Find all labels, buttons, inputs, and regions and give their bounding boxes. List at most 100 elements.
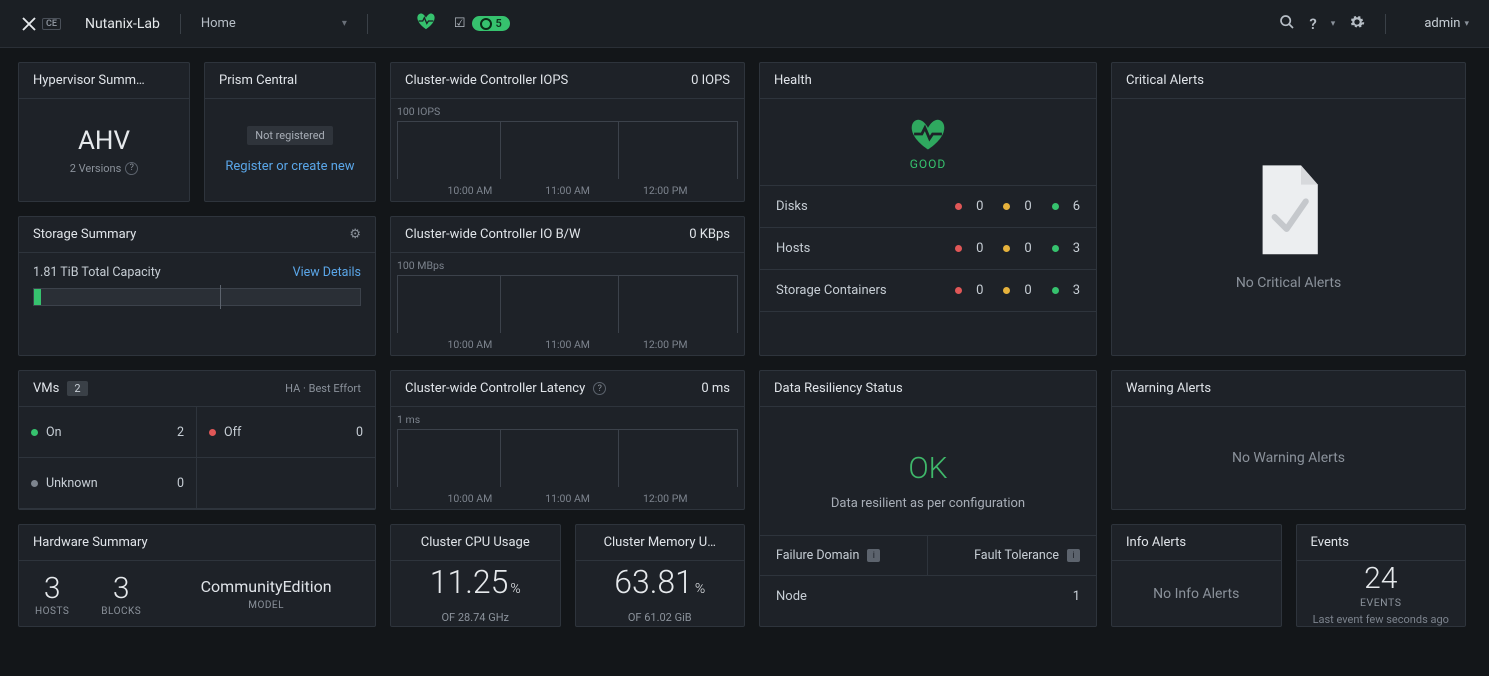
view-details-link[interactable]: View Details bbox=[293, 265, 361, 280]
bw-value: 0 KBps bbox=[689, 227, 730, 242]
health-row-storage-containers[interactable]: Storage Containers 0 0 3 bbox=[760, 270, 1096, 312]
hardware-model: CommunityEditionMODEL bbox=[157, 577, 375, 611]
panel-hypervisor: Hypervisor Summ… AHV 2 Versions? bbox=[18, 62, 190, 202]
dr-sub: Data resilient as per configuration bbox=[831, 496, 1025, 511]
user-menu[interactable]: admin ▾ bbox=[1424, 16, 1469, 31]
pc-register-link[interactable]: Register or create new bbox=[225, 159, 354, 174]
latency-chart[interactable]: 1 ms 10:00 AM11:00 AM12:00 PM bbox=[391, 407, 744, 509]
top-bar: CE Nutanix-Lab Home ▾ ☑ 5 ? ▾ admin ▾ bbox=[0, 0, 1489, 48]
panel-data-resiliency: Data Resiliency Status OK Data resilient… bbox=[759, 370, 1097, 627]
logo[interactable]: CE bbox=[20, 15, 61, 33]
latency-value: 0 ms bbox=[701, 381, 730, 396]
vm-empty-cell bbox=[197, 458, 375, 509]
mem-value: 63.81 bbox=[614, 563, 693, 601]
dr-node-row[interactable]: Node 1 bbox=[760, 575, 1096, 617]
cpu-value: 11.25 bbox=[430, 563, 509, 601]
events-count: 24 bbox=[1364, 561, 1397, 596]
health-row-hosts[interactable]: Hosts 0 0 3 bbox=[760, 228, 1096, 270]
chevron-down-icon: ▾ bbox=[342, 18, 347, 29]
panel-title: Critical Alerts bbox=[1126, 73, 1204, 88]
panel-title: Hypervisor Summ… bbox=[33, 73, 145, 88]
help-icon[interactable]: ? bbox=[1309, 15, 1316, 33]
panel-info-alerts: Info Alerts No Info Alerts bbox=[1111, 524, 1282, 627]
gear-icon[interactable]: ⚙ bbox=[349, 227, 361, 242]
panel-title: Data Resiliency Status bbox=[774, 381, 903, 396]
panel-vms: VMs 2 HA · Best Effort On2 Off0 Unknown0 bbox=[18, 370, 376, 510]
panel-hardware-summary: Hardware Summary 3HOSTS 3BLOCKS Communit… bbox=[18, 524, 376, 627]
info-icon: i bbox=[867, 549, 880, 562]
cluster-name[interactable]: Nutanix-Lab bbox=[85, 16, 160, 32]
panel-events: Events 24 EVENTS Last event few seconds … bbox=[1296, 524, 1467, 627]
help-icon[interactable]: ? bbox=[593, 382, 606, 395]
hypervisor-versions: 2 Versions bbox=[70, 162, 122, 175]
dr-status: OK bbox=[908, 451, 947, 486]
panel-info-events-group: Info Alerts No Info Alerts Events 24 EVE… bbox=[1111, 524, 1466, 627]
panel-title: Prism Central bbox=[219, 73, 297, 88]
page-dropdown[interactable]: Home ▾ bbox=[201, 16, 347, 31]
cpu-of: OF 28.74 GHz bbox=[441, 611, 509, 624]
iops-chart[interactable]: 100 IOPS 10:00 AM11:00 AM12:00 PM bbox=[391, 99, 744, 201]
panel-title: Cluster-wide Controller Latency bbox=[405, 381, 585, 396]
panel-warning-alerts: Warning Alerts No Warning Alerts bbox=[1111, 370, 1466, 510]
failure-domain-cell[interactable]: Failure Domaini bbox=[760, 536, 928, 575]
check-icon: ☑ bbox=[454, 16, 466, 31]
help-chevron-icon[interactable]: ▾ bbox=[1331, 19, 1336, 29]
panel-iops: Cluster-wide Controller IOPS 0 IOPS 100 I… bbox=[390, 62, 745, 202]
panel-title: Cluster-wide Controller IO B/W bbox=[405, 227, 581, 242]
page-label: Home bbox=[201, 16, 236, 31]
info-icon: i bbox=[1067, 549, 1080, 562]
health-row-disks[interactable]: Disks 0 0 6 bbox=[760, 186, 1096, 228]
events-label: EVENTS bbox=[1360, 596, 1401, 609]
vm-count-badge: 2 bbox=[67, 381, 87, 396]
search-icon[interactable] bbox=[1279, 14, 1295, 34]
panel-latency: Cluster-wide Controller Latency? 0 ms 1 … bbox=[390, 370, 745, 510]
vm-on-cell[interactable]: On2 bbox=[19, 407, 197, 458]
task-count: 5 bbox=[496, 17, 502, 30]
panel-title: VMs bbox=[33, 381, 59, 396]
vm-off-cell[interactable]: Off0 bbox=[197, 407, 375, 458]
iops-value: 0 IOPS bbox=[691, 73, 730, 88]
heart-icon bbox=[908, 117, 948, 151]
chart-ylabel: 1 ms bbox=[397, 413, 420, 426]
health-status: GOOD bbox=[910, 157, 947, 171]
fault-tolerance-cell[interactable]: Fault Tolerancei bbox=[928, 536, 1096, 575]
chevron-down-icon: ▾ bbox=[1464, 19, 1469, 29]
mem-of: OF 61.02 GiB bbox=[628, 611, 692, 624]
divider bbox=[180, 14, 181, 34]
panel-title: Storage Summary bbox=[33, 227, 136, 242]
chart-ylabel: 100 MBps bbox=[397, 259, 444, 272]
logo-edition: CE bbox=[42, 18, 61, 30]
vm-unknown-cell[interactable]: Unknown0 bbox=[19, 458, 197, 509]
panel-prism-central: Prism Central Not registered Register or… bbox=[204, 62, 376, 202]
blocks-count: 3BLOCKS bbox=[85, 571, 157, 617]
warning-alerts-msg: No Warning Alerts bbox=[1232, 450, 1345, 466]
panel-cpu-mem-group: Cluster CPU Usage 11.25% OF 28.74 GHz Cl… bbox=[390, 524, 745, 627]
panel-memory-usage: Cluster Memory U… 63.81% OF 61.02 GiB bbox=[575, 524, 746, 627]
panel-title: Health bbox=[774, 73, 812, 88]
help-icon[interactable]: ? bbox=[125, 162, 138, 175]
panel-title: Hardware Summary bbox=[33, 535, 148, 550]
health-heart-icon[interactable] bbox=[416, 12, 436, 35]
admin-label: admin bbox=[1424, 16, 1460, 31]
hosts-count: 3HOSTS bbox=[19, 571, 85, 617]
ha-config[interactable]: HA · Best Effort bbox=[285, 382, 361, 395]
panel-title: Cluster CPU Usage bbox=[421, 535, 530, 550]
panel-title: Events bbox=[1311, 535, 1349, 550]
events-sub: Last event few seconds ago bbox=[1313, 613, 1449, 626]
panel-title: Warning Alerts bbox=[1126, 381, 1211, 396]
divider bbox=[367, 14, 368, 34]
panel-title: Cluster-wide Controller IOPS bbox=[405, 73, 568, 88]
panel-title: Info Alerts bbox=[1126, 535, 1186, 550]
panel-io-bandwidth: Cluster-wide Controller IO B/W 0 KBps 100… bbox=[390, 216, 745, 356]
panel-cpu-usage: Cluster CPU Usage 11.25% OF 28.74 GHz bbox=[390, 524, 561, 627]
tasks-badge[interactable]: ☑ 5 bbox=[454, 16, 510, 31]
gear-icon[interactable] bbox=[1349, 14, 1365, 34]
chart-ylabel: 100 IOPS bbox=[397, 105, 440, 118]
pc-status-chip: Not registered bbox=[247, 126, 333, 145]
critical-alerts-msg: No Critical Alerts bbox=[1236, 275, 1341, 291]
info-alerts-msg: No Info Alerts bbox=[1153, 586, 1239, 602]
panel-health: Health GOOD Disks 0 0 6 Hosts bbox=[759, 62, 1097, 356]
bw-chart[interactable]: 100 MBps 10:00 AM11:00 AM12:00 PM bbox=[391, 253, 744, 355]
storage-capacity: 1.81 TiB Total Capacity bbox=[33, 265, 161, 280]
hypervisor-name: AHV bbox=[78, 126, 130, 156]
